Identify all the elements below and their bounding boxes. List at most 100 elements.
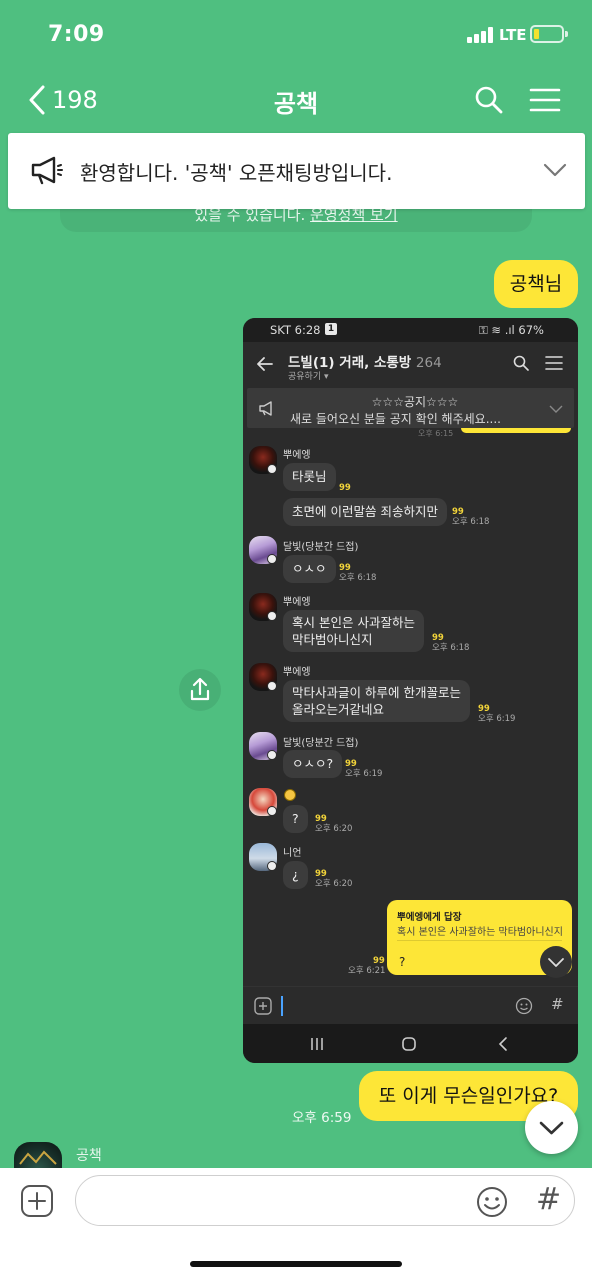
embedded-member-count: 264 [415,355,442,371]
sender-name: 뿌에엥 [283,597,311,608]
hash-icon[interactable]: # [536,1182,561,1217]
message-line: 올라오는거같네요 [292,702,385,717]
emoji-icon [284,789,296,801]
message-time: 오후 6:18 [432,643,470,653]
read-count: 99 [315,869,327,879]
network-label: LTE [499,26,527,44]
embedded-notice-title: ☆☆☆공지☆☆☆ [371,395,459,409]
notification-badge: 1 [325,323,337,335]
share-button[interactable] [179,669,221,711]
embedded-status-icons: ⚿ ≋ .ıl [479,323,519,337]
avatar-badge [267,464,277,474]
chevron-down-icon[interactable] [542,161,568,179]
plus-icon[interactable] [20,1184,54,1218]
embedded-emoji-icon [515,997,533,1015]
avatar-badge [267,681,277,691]
message-bubble: 초면에 이런말씀 죄송하지만 [283,498,447,526]
sender-name: 달빛(당분간 드접) [283,738,359,749]
reply-header: 뿌에엥에게 답장 [397,912,462,923]
avatar-badge [267,861,277,871]
embedded-ghost-time: 오후 6:15 [418,429,454,438]
message-bubble: ㅇㅅㅇ [283,555,336,583]
embedded-back-arrow-icon [257,357,273,371]
message-time: 오후 6:18 [339,573,377,583]
home-icon [402,1037,416,1051]
embedded-input-bar: # [243,986,578,1024]
sender-name: 니언 [283,848,302,859]
avatar-badge [267,750,277,760]
nav-back-icon [498,1037,507,1051]
read-count: 99 [339,563,351,573]
embedded-header: 드빌(1) 거래, 소통방 264 공유하기 ▾ [243,342,578,387]
battery-icon [530,25,564,43]
read-count: 99 [478,704,490,714]
text-cursor [281,996,283,1016]
message-time: 오후 6:18 [452,517,490,527]
message-bubble: ? [283,805,308,833]
embedded-battery: 67% [518,323,544,337]
read-count: 99 [339,483,351,493]
home-indicator [190,1261,402,1267]
embedded-plus-icon [254,997,272,1015]
embedded-notice: ☆☆☆공지☆☆☆ 새로 들어오신 분들 공지 확인 해주세요.... [247,388,574,428]
embedded-hash-icon: # [551,995,564,1013]
search-icon[interactable] [474,85,504,115]
chevron-down-icon [539,1121,564,1135]
embedded-status-right: ⚿ ≋ .ıl 67% [479,323,544,338]
read-count: 99 [373,956,385,966]
notice-text: 환영합니다. '공책' 오픈채팅방입니다. [80,161,393,185]
sender-name: 달빛(당분간 드접) [283,542,359,553]
read-count: 99 [345,759,357,769]
embedded-yellow-edge [461,428,571,433]
read-count: 99 [315,814,327,824]
embedded-megaphone-icon [259,401,272,416]
chevron-down-icon [548,958,564,967]
read-count: 99 [452,507,464,517]
megaphone-icon [31,156,63,185]
message-bubble: ¿ [283,861,308,889]
read-count: 99 [432,633,444,643]
sender-name: 뿌에엥 [283,667,311,678]
avatar-badge [267,806,277,816]
embedded-subtitle: 공유하기 ▾ [288,372,329,382]
reply-text: ? [399,955,406,969]
scroll-to-bottom-button[interactable] [525,1101,578,1154]
message-line: 혹시 본인은 사과잘하는 [292,615,415,630]
avatar-badge [267,554,277,564]
message-input-bar: # [0,1168,592,1280]
message-bubble: 혹시 본인은 사과잘하는 막타범아니신지 [283,610,424,652]
menu-icon[interactable] [529,87,561,113]
recents-icon [311,1038,323,1050]
notice-banner[interactable]: 환영합니다. '공책' 오픈채팅방입니다. [8,133,585,209]
embedded-status-bar: SKT 6:28 1 ⚿ ≋ .ıl 67% [243,318,578,342]
signal-icon [467,27,493,43]
sender-name: 뿌에엥 [283,450,311,461]
embedded-chevron-icon [549,405,563,413]
embedded-notice-text: 새로 들어오신 분들 공지 확인 해주세요.... [290,412,501,426]
sender-name: 공책 [76,1148,102,1164]
message-time: 오후 6:20 [315,824,353,834]
emoji-icon[interactable] [476,1186,508,1218]
status-time: 7:09 [48,22,105,47]
message-time: 오후 6:19 [478,714,516,724]
reply-quote: 혹시 본인은 사과잘하는 막타범아니신지 [397,927,563,938]
battery-tip [565,31,568,37]
embedded-menu-icon [545,356,563,370]
message-line: 막타사과글이 하루에 한개꼴로는 [292,685,461,700]
embedded-search-icon [513,355,529,371]
message-line: 막타범아니신지 [292,632,373,647]
message-bubble: 막타사과글이 하루에 한개꼴로는 올라오는거같네요 [283,680,470,722]
share-icon [190,677,210,701]
embedded-scroll-down-button [540,946,572,978]
embedded-screenshot[interactable]: SKT 6:28 1 ⚿ ≋ .ıl 67% 드빌(1) 거래, 소통방 264… [243,318,578,1063]
my-message-bubble[interactable]: 공책님 [494,260,578,308]
embedded-title: 드빌(1) 거래, 소통방 264 [288,351,442,371]
reply-divider [397,940,562,941]
message-bubble: ㅇㅅㅇ? [283,750,343,778]
message-bubble: 타롯님 [283,463,336,491]
embedded-nav-bar [243,1024,578,1063]
embedded-status-time: SKT 6:28 [270,323,321,337]
message-time: 오후 6:19 [345,769,383,779]
avatar-badge [267,611,277,621]
message-time: 오후 6:21 [348,966,386,976]
